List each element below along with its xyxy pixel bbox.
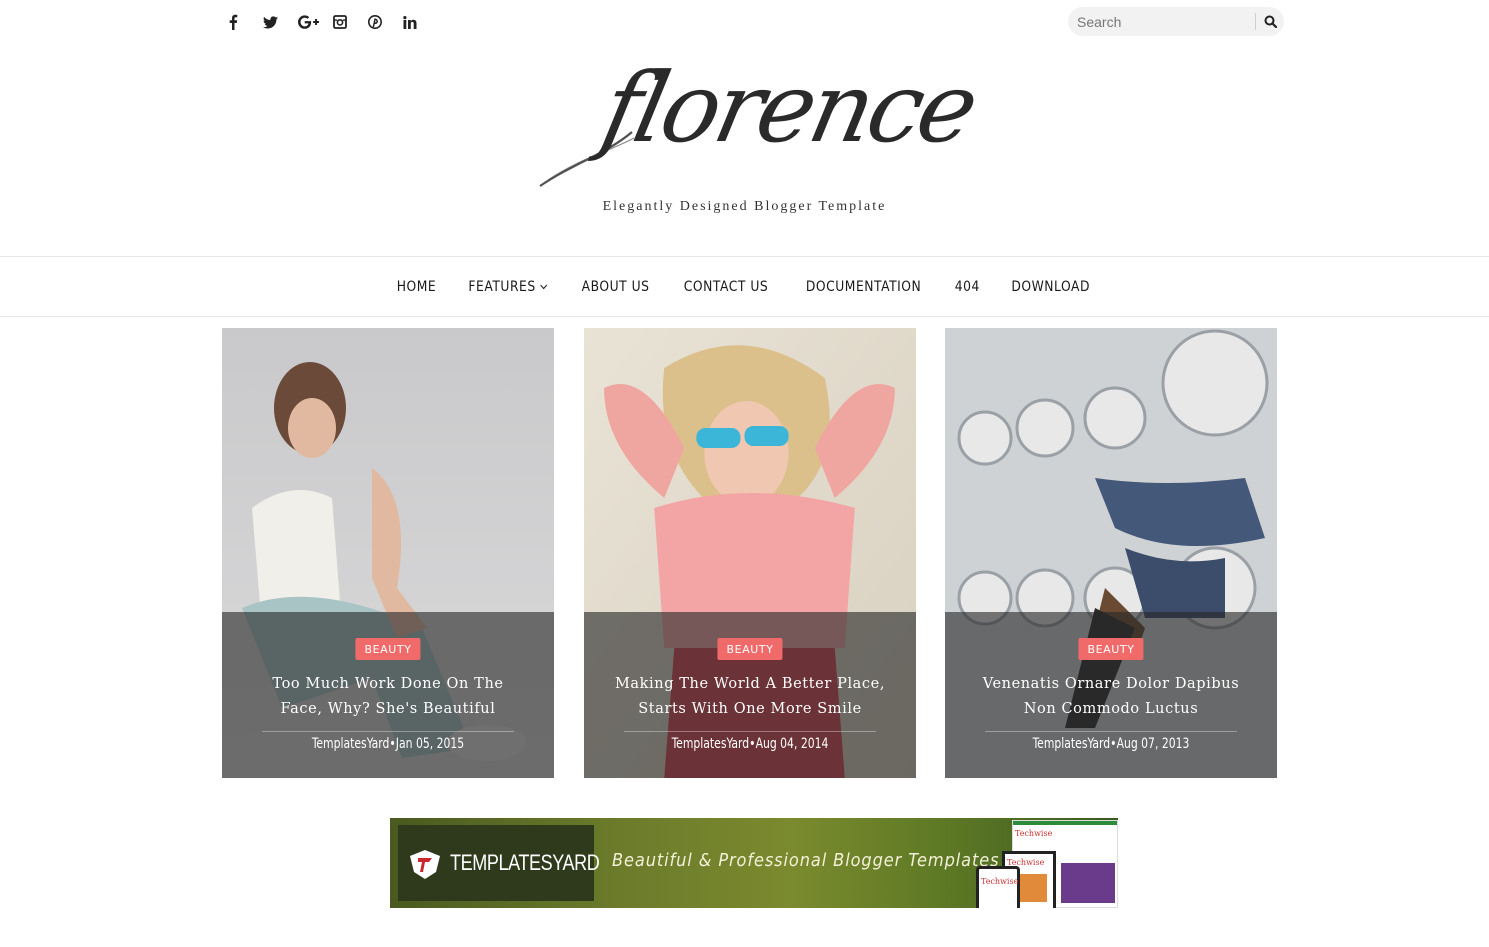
banner-ad[interactable]: TEMPLATESYARD Beautiful & Professional B… <box>390 818 1118 908</box>
post-title-line: Face, Why? She's Beautiful <box>280 701 496 717</box>
pinterest-icon[interactable] <box>368 10 403 34</box>
site-tagline: Elegantly Designed Blogger Template <box>602 199 887 214</box>
post-author[interactable]: TemplatesYard <box>312 736 390 752</box>
post-divider <box>262 731 514 732</box>
nav-features-label: FEATURES <box>468 278 536 295</box>
category-badge[interactable]: BEAUTY <box>717 638 783 660</box>
post-author[interactable]: TemplatesYard <box>672 736 750 752</box>
post-meta: TemplatesYard•Aug 07, 2013 <box>968 736 1254 752</box>
search-icon[interactable] <box>1256 7 1284 36</box>
post-title[interactable]: Making The World A Better Place, Starts W… <box>614 672 886 722</box>
banner-preview-label: Techwise <box>981 877 1019 886</box>
post-divider <box>985 731 1237 732</box>
nav-404-label: 404 <box>955 278 981 295</box>
post-date: Aug 07, 2013 <box>1116 736 1190 752</box>
top-bar <box>0 0 1489 44</box>
nav-contact-us[interactable]: CONTACT US <box>684 279 768 295</box>
nav-about-label: ABOUT US <box>581 278 650 295</box>
google-plus-icon[interactable] <box>298 10 333 34</box>
post-title[interactable]: Venenatis Ornare Dolor Dapibus Non Commod… <box>975 672 1247 722</box>
post-title-line: Venenatis Ornare Dolor Dapibus <box>982 676 1240 692</box>
nav-about-us[interactable]: ABOUT US <box>582 279 650 295</box>
post-date: Jan 05, 2015 <box>395 736 465 752</box>
post-title-line: Starts With One More Smile <box>638 701 862 717</box>
nav-home[interactable]: HOME <box>396 279 435 295</box>
nav-contact-label: CONTACT US <box>683 278 769 295</box>
banner-tagline: Beautiful & Professional Blogger Templat… <box>612 850 1000 871</box>
nav-home-label: HOME <box>396 278 436 295</box>
post-meta: TemplatesYard•Jan 05, 2015 <box>245 736 531 752</box>
main-nav: HOME FEATURES ABOUT US CONTACT US DOCUME… <box>0 256 1489 317</box>
post-author[interactable]: TemplatesYard <box>1033 736 1111 752</box>
banner-preview-phone: Techwise <box>976 866 1020 908</box>
search-input[interactable] <box>1068 8 1255 35</box>
chevron-down-icon <box>540 284 548 289</box>
instagram-icon[interactable] <box>333 10 368 34</box>
post-card[interactable]: BEAUTY Too Much Work Done On The Face, Wh… <box>222 328 554 778</box>
post-title-line: Too Much Work Done On The <box>272 676 504 692</box>
post-card[interactable]: BEAUTY Venenatis Ornare Dolor Dapibus Non… <box>945 328 1277 778</box>
post-card[interactable]: BEAUTY Making The World A Better Place, S… <box>584 328 916 778</box>
banner-brand: TEMPLATESYARD <box>450 850 600 875</box>
nav-documentation-label: DOCUMENTATION <box>806 278 922 295</box>
facebook-icon[interactable] <box>228 10 263 34</box>
shield-icon <box>410 850 440 879</box>
post-title-line: Making The World A Better Place, <box>614 676 886 692</box>
post-date: Aug 04, 2014 <box>755 736 829 752</box>
category-badge[interactable]: BEAUTY <box>1078 638 1144 660</box>
linkedin-icon[interactable] <box>403 10 438 34</box>
nav-404[interactable]: 404 <box>955 279 980 295</box>
category-badge[interactable]: BEAUTY <box>355 638 421 660</box>
nav-download-label: DOWNLOAD <box>1011 278 1090 295</box>
post-title-line: Non Commodo Luctus <box>1023 701 1199 717</box>
banner-preview-label: Techwise <box>1015 829 1053 838</box>
post-title[interactable]: Too Much Work Done On The Face, Why? She'… <box>252 672 524 722</box>
nav-features[interactable]: FEATURES <box>468 279 548 295</box>
post-divider <box>624 731 876 732</box>
search-box <box>1068 7 1284 36</box>
post-meta: TemplatesYard•Aug 04, 2014 <box>607 736 893 752</box>
social-links <box>228 10 438 34</box>
nav-documentation[interactable]: DOCUMENTATION <box>806 279 921 295</box>
nav-download[interactable]: DOWNLOAD <box>1011 279 1090 295</box>
logo-text: florence <box>593 52 985 164</box>
twitter-icon[interactable] <box>263 10 298 34</box>
